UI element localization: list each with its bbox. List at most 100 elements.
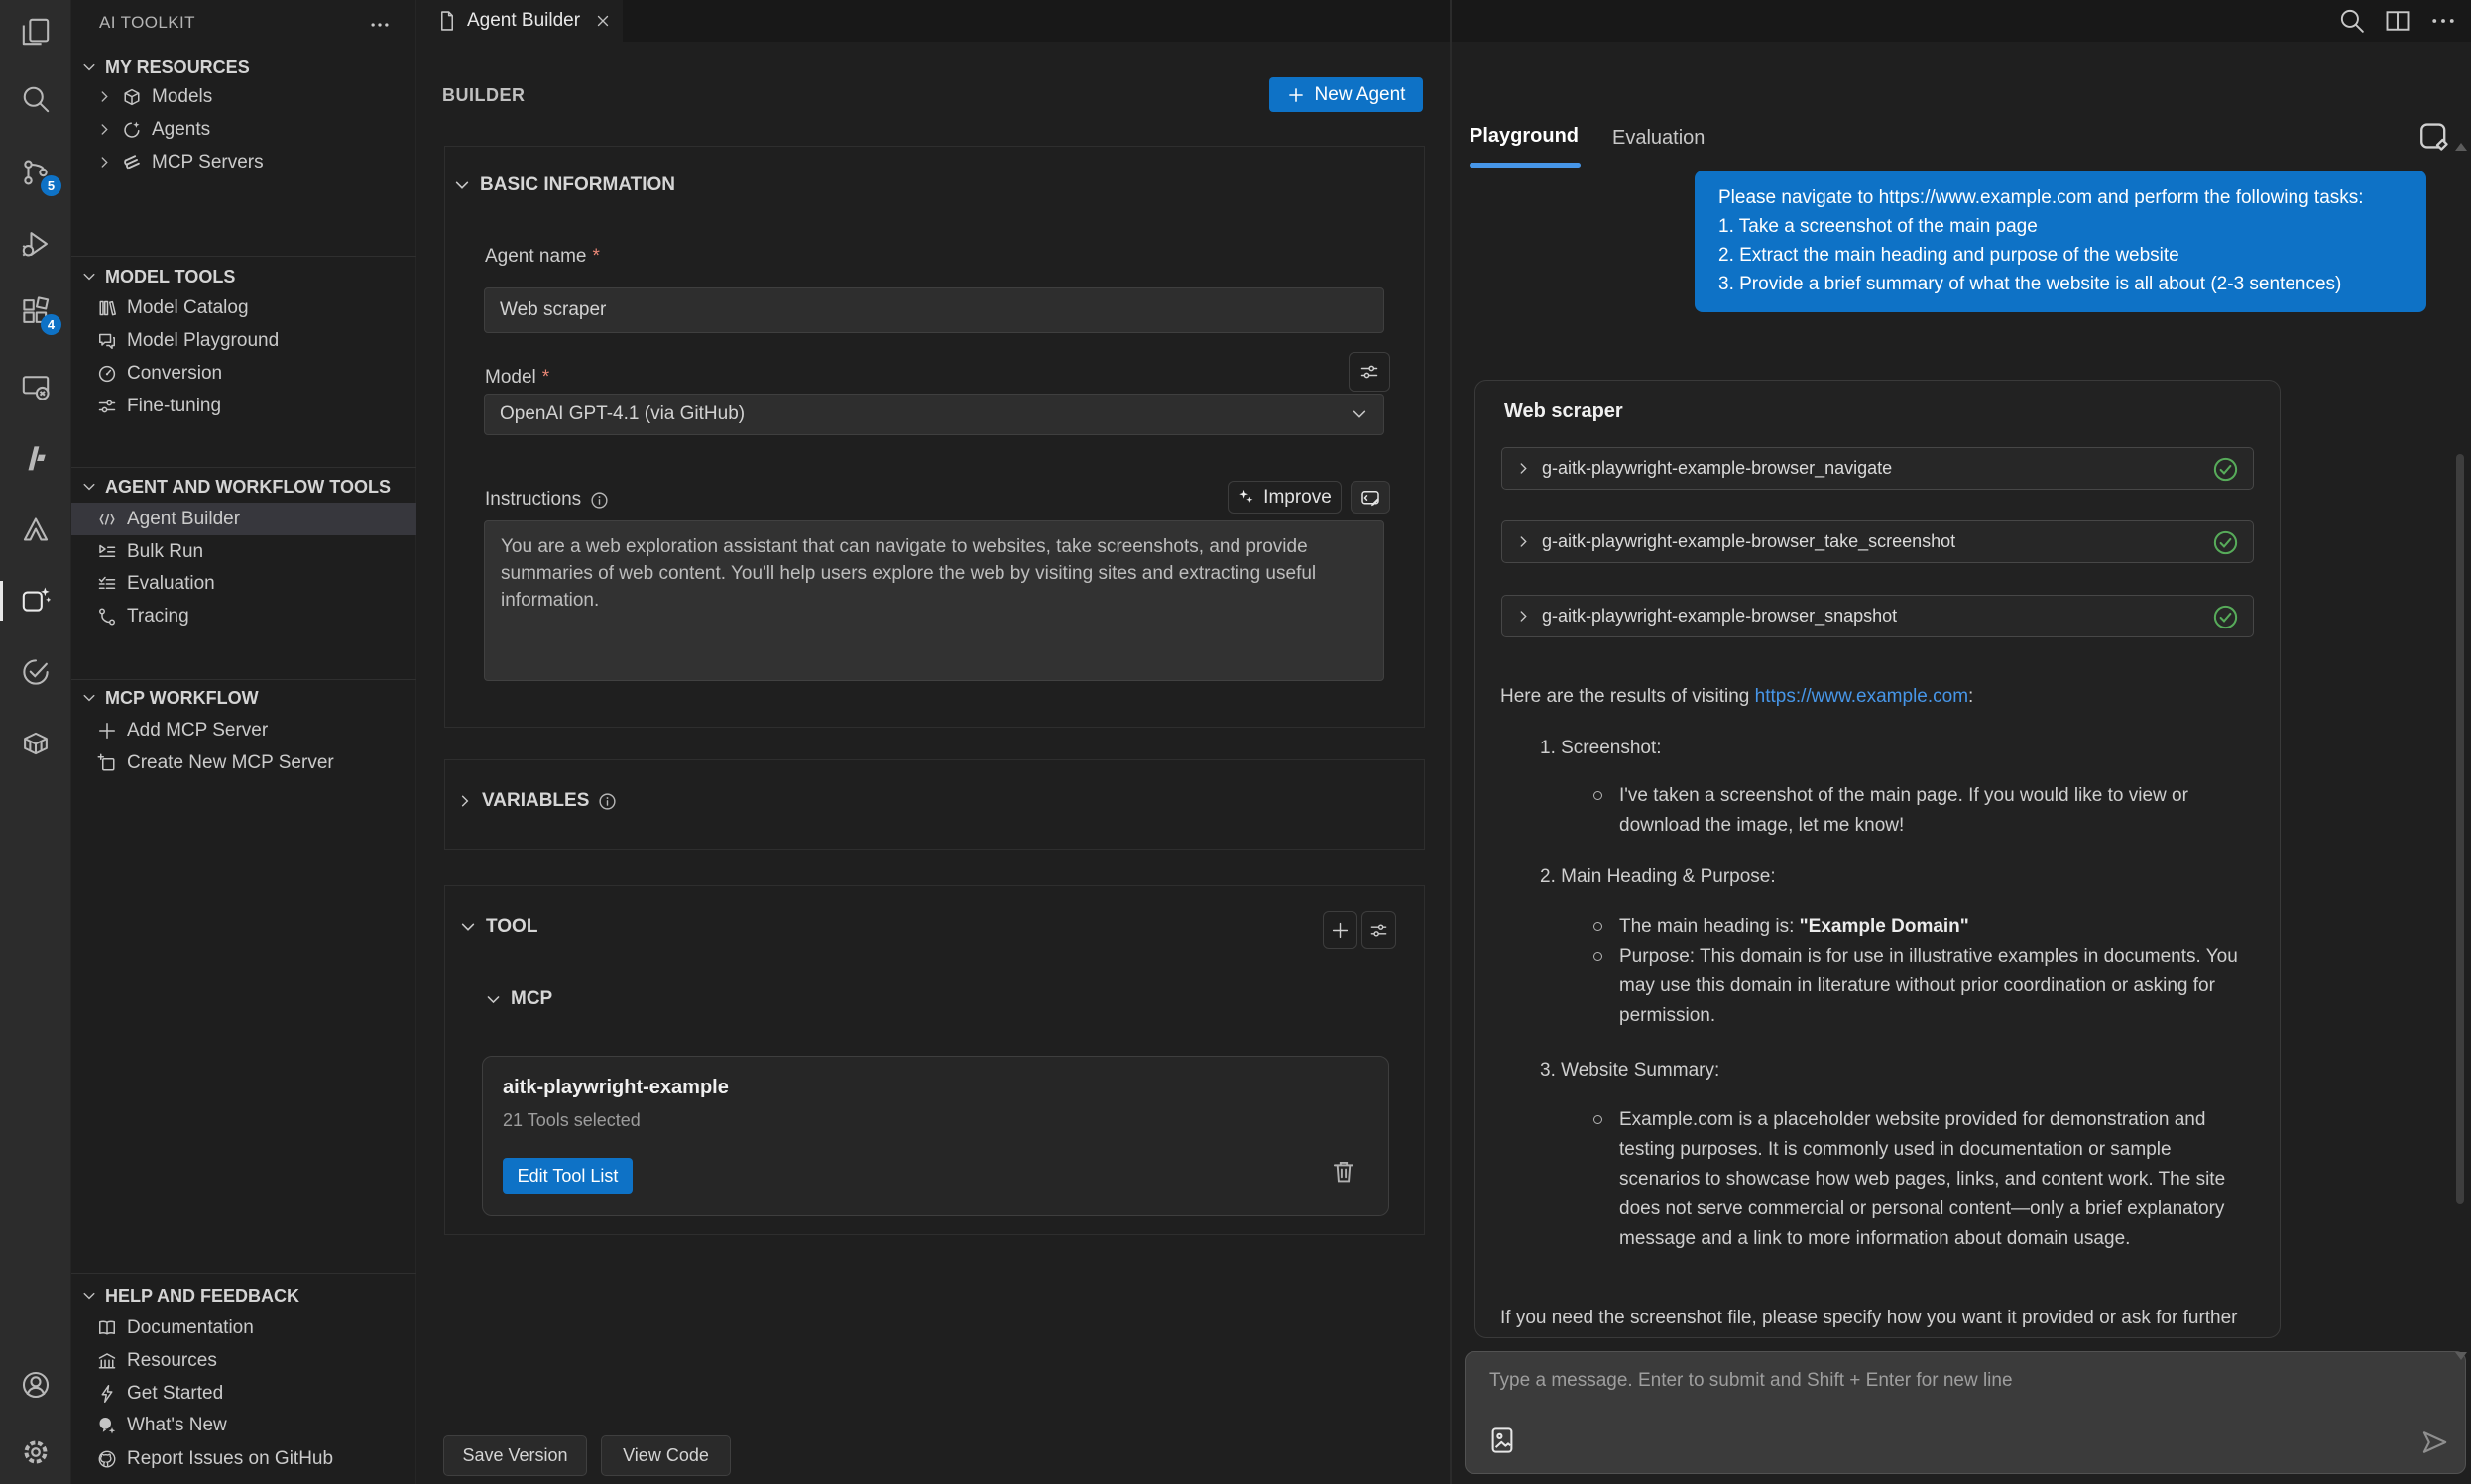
activitybar-run-debug[interactable] <box>0 224 71 264</box>
activitybar-extensions[interactable]: 4 <box>0 291 71 331</box>
sidebar-section-mcp-workflow[interactable]: MCP WORKFLOW <box>71 684 416 712</box>
sidebar-section-agent-workflow-tools[interactable]: AGENT AND WORKFLOW TOOLS <box>71 473 416 501</box>
model-select[interactable]: OpenAI GPT-4.1 (via GitHub) <box>484 394 1384 435</box>
sidebar-item-label: Model Catalog <box>127 297 249 319</box>
activitybar-azure[interactable] <box>0 510 71 549</box>
variables-header[interactable]: VARIABLES <box>457 790 617 812</box>
user-message-line: 1. Take a screenshot of the main page <box>1718 212 2403 241</box>
activitybar-testing[interactable] <box>0 652 71 692</box>
new-agent-button[interactable]: New Agent <box>1269 77 1423 112</box>
section-title: TOOL <box>486 916 537 938</box>
sidebar-item-mcp-servers[interactable]: MCP Servers <box>71 146 416 178</box>
sidebar-item-evaluation[interactable]: Evaluation <box>71 567 416 600</box>
section-title: VARIABLES <box>482 790 589 812</box>
remote-explorer-icon <box>21 372 51 401</box>
sidebar-item-documentation[interactable]: Documentation <box>71 1312 416 1344</box>
search-icon[interactable] <box>2338 7 2366 35</box>
tab-agent-builder[interactable]: Agent Builder <box>416 0 623 42</box>
file-icon <box>436 10 458 32</box>
basic-information-header[interactable]: BASIC INFORMATION <box>453 174 675 196</box>
example-link[interactable]: https://www.example.com <box>1755 686 1968 707</box>
checklist-icon <box>97 574 117 594</box>
split-editor-icon[interactable] <box>2384 7 2412 35</box>
agent-name-input[interactable]: Web scraper <box>484 287 1384 333</box>
sidebar-item-label: Get Started <box>127 1383 223 1405</box>
section-label: AGENT AND WORKFLOW TOOLS <box>105 477 391 498</box>
tab-evaluation[interactable]: Evaluation <box>1612 127 1705 150</box>
tool-settings-button[interactable] <box>1361 911 1396 949</box>
scrollbar-thumb[interactable] <box>2456 454 2464 1204</box>
sidebar-item-models[interactable]: Models <box>71 80 416 113</box>
sidebar-item-add-mcp-server[interactable]: Add MCP Server <box>71 714 416 746</box>
activitybar-prompt-flow[interactable] <box>0 438 71 478</box>
info-icon[interactable] <box>598 792 617 811</box>
sidebar-more-actions[interactable] <box>369 14 391 36</box>
tool-call-row[interactable]: g-aitk-playwright-example-browser_naviga… <box>1501 447 2254 490</box>
sidebar-section-my-resources[interactable]: MY RESOURCES <box>71 54 416 81</box>
sidebar-section-help-feedback[interactable]: HELP AND FEEDBACK <box>71 1282 416 1310</box>
delete-server-button[interactable] <box>1330 1158 1357 1186</box>
sidebar-item-get-started[interactable]: Get Started <box>71 1377 416 1410</box>
sidebar-section-model-tools[interactable]: MODEL TOOLS <box>71 263 416 290</box>
edit-tool-list-button[interactable]: Edit Tool List <box>503 1158 633 1194</box>
bullet-icon <box>1593 952 1602 961</box>
activitybar-source-control[interactable]: 5 <box>0 153 71 192</box>
sidebar-item-resources[interactable]: Resources <box>71 1344 416 1377</box>
activitybar-search[interactable] <box>0 79 71 119</box>
save-version-button[interactable]: Save Version <box>443 1435 587 1476</box>
more-actions-icon[interactable] <box>2429 7 2457 35</box>
info-icon[interactable] <box>590 491 609 510</box>
sidebar-item-label: Model Playground <box>127 330 279 352</box>
activitybar-remote-explorer[interactable] <box>0 367 71 406</box>
add-tool-button[interactable] <box>1323 911 1357 949</box>
sidebar-item-model-playground[interactable]: Model Playground <box>71 324 416 357</box>
tool-header[interactable]: TOOL <box>459 916 537 938</box>
model-settings-button[interactable] <box>1349 352 1390 392</box>
sidebar-item-fine-tuning[interactable]: Fine-tuning <box>71 390 416 422</box>
activitybar-ai-toolkit[interactable] <box>0 581 71 621</box>
activitybar-explorer[interactable] <box>0 12 71 52</box>
tool-call-row[interactable]: g-aitk-playwright-example-browser_take_s… <box>1501 520 2254 563</box>
sidebar-item-whats-new[interactable]: What's New <box>71 1409 416 1441</box>
bullet-text: Example.com is a placeholder website pro… <box>1619 1105 2254 1254</box>
sidebar-item-label: Documentation <box>127 1317 254 1339</box>
close-icon[interactable] <box>594 12 612 30</box>
scroll-down-arrow[interactable] <box>2455 1352 2467 1360</box>
sidebar-item-tracing[interactable]: Tracing <box>71 600 416 632</box>
agent-name-value: Web scraper <box>500 299 606 321</box>
user-message-line: Please navigate to https://www.example.c… <box>1718 183 2403 212</box>
sidebar-item-model-catalog[interactable]: Model Catalog <box>71 291 416 324</box>
attach-image-icon[interactable] <box>1487 1426 1517 1455</box>
improve-button[interactable]: Improve <box>1228 481 1342 514</box>
send-icon[interactable] <box>2419 1427 2449 1457</box>
chat-input-box[interactable]: Type a message. Enter to submit and Shif… <box>1465 1351 2466 1474</box>
tool-call-name: g-aitk-playwright-example-browser_take_s… <box>1542 531 1955 552</box>
plus-icon <box>97 721 117 741</box>
variables-card: VARIABLES <box>444 759 1425 850</box>
sidebar-item-agent-builder[interactable]: Agent Builder <box>71 503 416 535</box>
sidebar-item-bulk-run[interactable]: Bulk Run <box>71 535 416 568</box>
agent-response-card: Web scraper g-aitk-playwright-example-br… <box>1474 380 2281 1338</box>
code-edit-icon <box>1360 488 1380 508</box>
instructions-textarea[interactable]: You are a web exploration assistant that… <box>484 520 1384 681</box>
sidebar-item-agents[interactable]: Agents <box>71 113 416 146</box>
playground-panel: Playground Evaluation Please navigate to… <box>1452 42 2471 1484</box>
sidebar-item-report-issues[interactable]: Report Issues on GitHub <box>71 1442 416 1475</box>
prompt-editor-button[interactable] <box>1351 481 1390 514</box>
sidebar-item-create-new-mcp-server[interactable]: Create New MCP Server <box>71 746 416 779</box>
chevron-down-icon <box>81 269 97 285</box>
activitybar-settings[interactable] <box>0 1432 71 1472</box>
tool-call-row[interactable]: g-aitk-playwright-example-browser_snapsh… <box>1501 595 2254 637</box>
activitybar-containers[interactable] <box>0 724 71 763</box>
scroll-up-arrow[interactable] <box>2455 143 2467 151</box>
sidebar-item-conversion[interactable]: Conversion <box>71 357 416 390</box>
tab-playground[interactable]: Playground <box>1470 125 1579 148</box>
chevron-right-icon <box>1516 461 1531 476</box>
chevron-right-icon <box>97 155 112 170</box>
testing-icon <box>21 657 51 687</box>
view-code-button[interactable]: View Code <box>601 1435 731 1476</box>
mcp-group-header[interactable]: MCP <box>485 988 552 1010</box>
activitybar-accounts[interactable] <box>0 1365 71 1405</box>
new-chat-icon[interactable] <box>2417 119 2451 153</box>
section-title: BASIC INFORMATION <box>480 174 675 196</box>
